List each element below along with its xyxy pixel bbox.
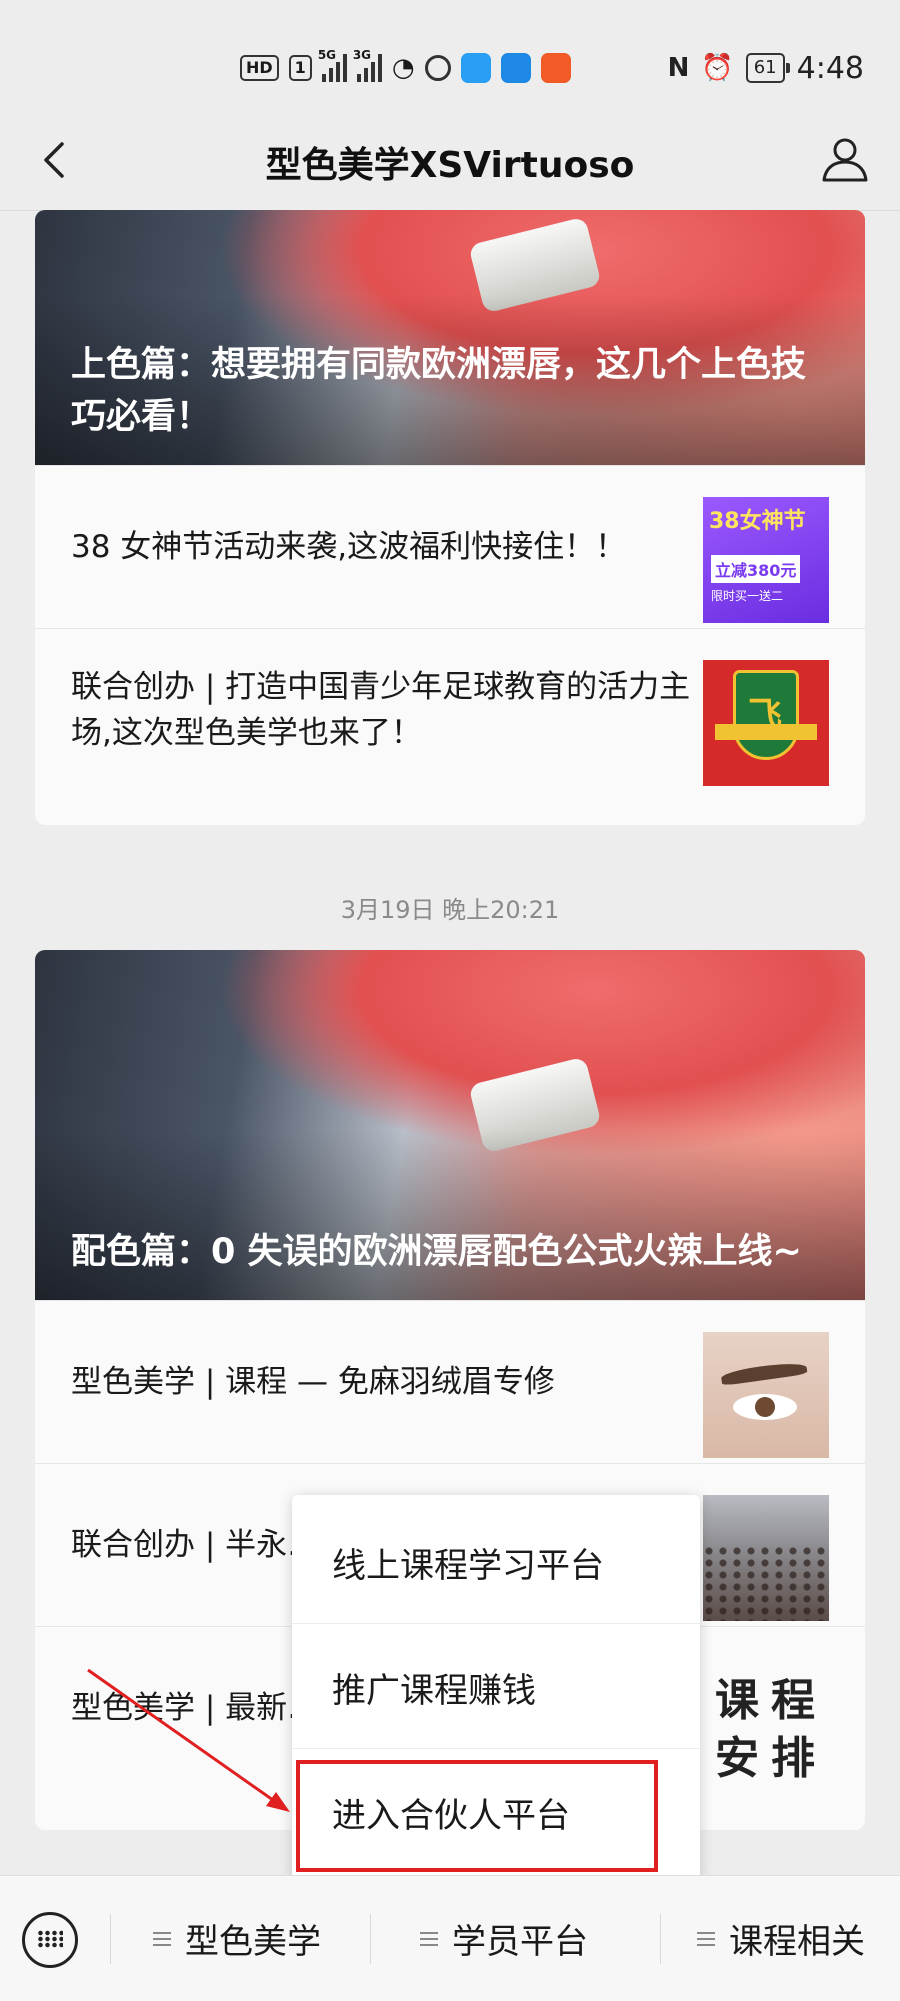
tab-student-platform[interactable]: 学员平台 (372, 1876, 636, 2001)
article-thumbnail: 课 程 安 排 (703, 1658, 829, 1784)
alarm-icon: ⏰ (701, 53, 734, 83)
menu-lines-icon (153, 1931, 171, 1946)
status-left-icons: HD 1 5G 3G ◔ (240, 48, 571, 88)
hd-badge: HD (240, 55, 279, 81)
article-thumbnail (703, 1495, 829, 1621)
page-title: 型色美学XSVirtuoso (265, 145, 635, 186)
message-timestamp: 3月19日 晚上20:21 (340, 896, 560, 924)
cover-article[interactable]: 上色篇：想要拥有同款欧洲漂唇，这几个上色技巧必看！ (35, 210, 865, 465)
article-title: 联合创办 | 打造中国青少年足球教育的活力主场,这次型色美学也来了！ (71, 669, 691, 751)
football-logo: 飞 (733, 670, 799, 760)
clock-time: 4:48 (796, 50, 864, 86)
sim-badge: 1 (288, 55, 312, 81)
article-thumbnail: 38女神节 立减380元 限时买一送二 (703, 497, 829, 623)
nfc-icon: N (667, 53, 690, 83)
highlight-box-partner-platform (296, 1760, 658, 1872)
search-app-icon (460, 53, 491, 83)
menu-divider (292, 1748, 700, 1749)
tab-brand-menu[interactable]: 型色美学 (112, 1876, 362, 2001)
tab-course-related[interactable]: 课程相关 (662, 1876, 900, 2001)
status-right-icons: N ⏰ 61 4:48 (668, 48, 864, 88)
list-item[interactable]: 联合创办 | 打造中国青少年足球教育的活力主场,这次型色美学也来了！ 飞 (35, 628, 865, 791)
weibo-app-icon (540, 53, 571, 83)
cover-article[interactable]: 配色篇：0 失误的欧洲漂唇配色公式火辣上线~ (35, 950, 865, 1300)
bulb-app-icon (500, 53, 531, 83)
menu-lines-icon (697, 1931, 715, 1946)
wifi-icon: ◔ (391, 53, 415, 83)
list-item[interactable]: 型色美学 | 课程 — 免麻羽绒眉专修 (35, 1300, 865, 1463)
article-card: 上色篇：想要拥有同款欧洲漂唇，这几个上色技巧必看！ 38 女神节活动来袭,这波福… (35, 210, 865, 825)
menu-item-online-course[interactable]: 线上课程学习平台 (292, 1500, 700, 1624)
article-title: 38 女神节活动来袭,这波福利快接住！！ (71, 529, 627, 565)
menu-lines-icon (420, 1931, 438, 1946)
signal-3g-icon: 3G (353, 48, 382, 82)
menu-divider (292, 1623, 700, 1624)
menu-item-promote-course[interactable]: 推广课程赚钱 (292, 1625, 700, 1749)
cover-title: 上色篇：想要拥有同款欧洲漂唇，这几个上色技巧必看！ (71, 345, 807, 437)
article-thumbnail (703, 1332, 829, 1458)
navigation-bar: 型色美学XSVirtuoso (0, 110, 900, 211)
sync-icon (424, 55, 451, 81)
article-title: 型色美学 | 课程 — 免麻羽绒眉专修 (71, 1364, 555, 1400)
list-item[interactable]: 38 女神节活动来袭,这波福利快接住！！ 38女神节 立减380元 限时买一送二 (35, 465, 865, 628)
keyboard-toggle-icon[interactable] (22, 1912, 78, 1968)
battery-icon: 61 (745, 53, 790, 83)
bottom-menu-bar: 型色美学 学员平台 课程相关 (0, 1875, 900, 2001)
signal-5g-icon: 5G (318, 48, 347, 82)
profile-icon[interactable] (818, 132, 872, 186)
cover-title: 配色篇：0 失误的欧洲漂唇配色公式火辣上线~ (71, 1232, 802, 1272)
article-thumbnail: 飞 (703, 660, 829, 786)
